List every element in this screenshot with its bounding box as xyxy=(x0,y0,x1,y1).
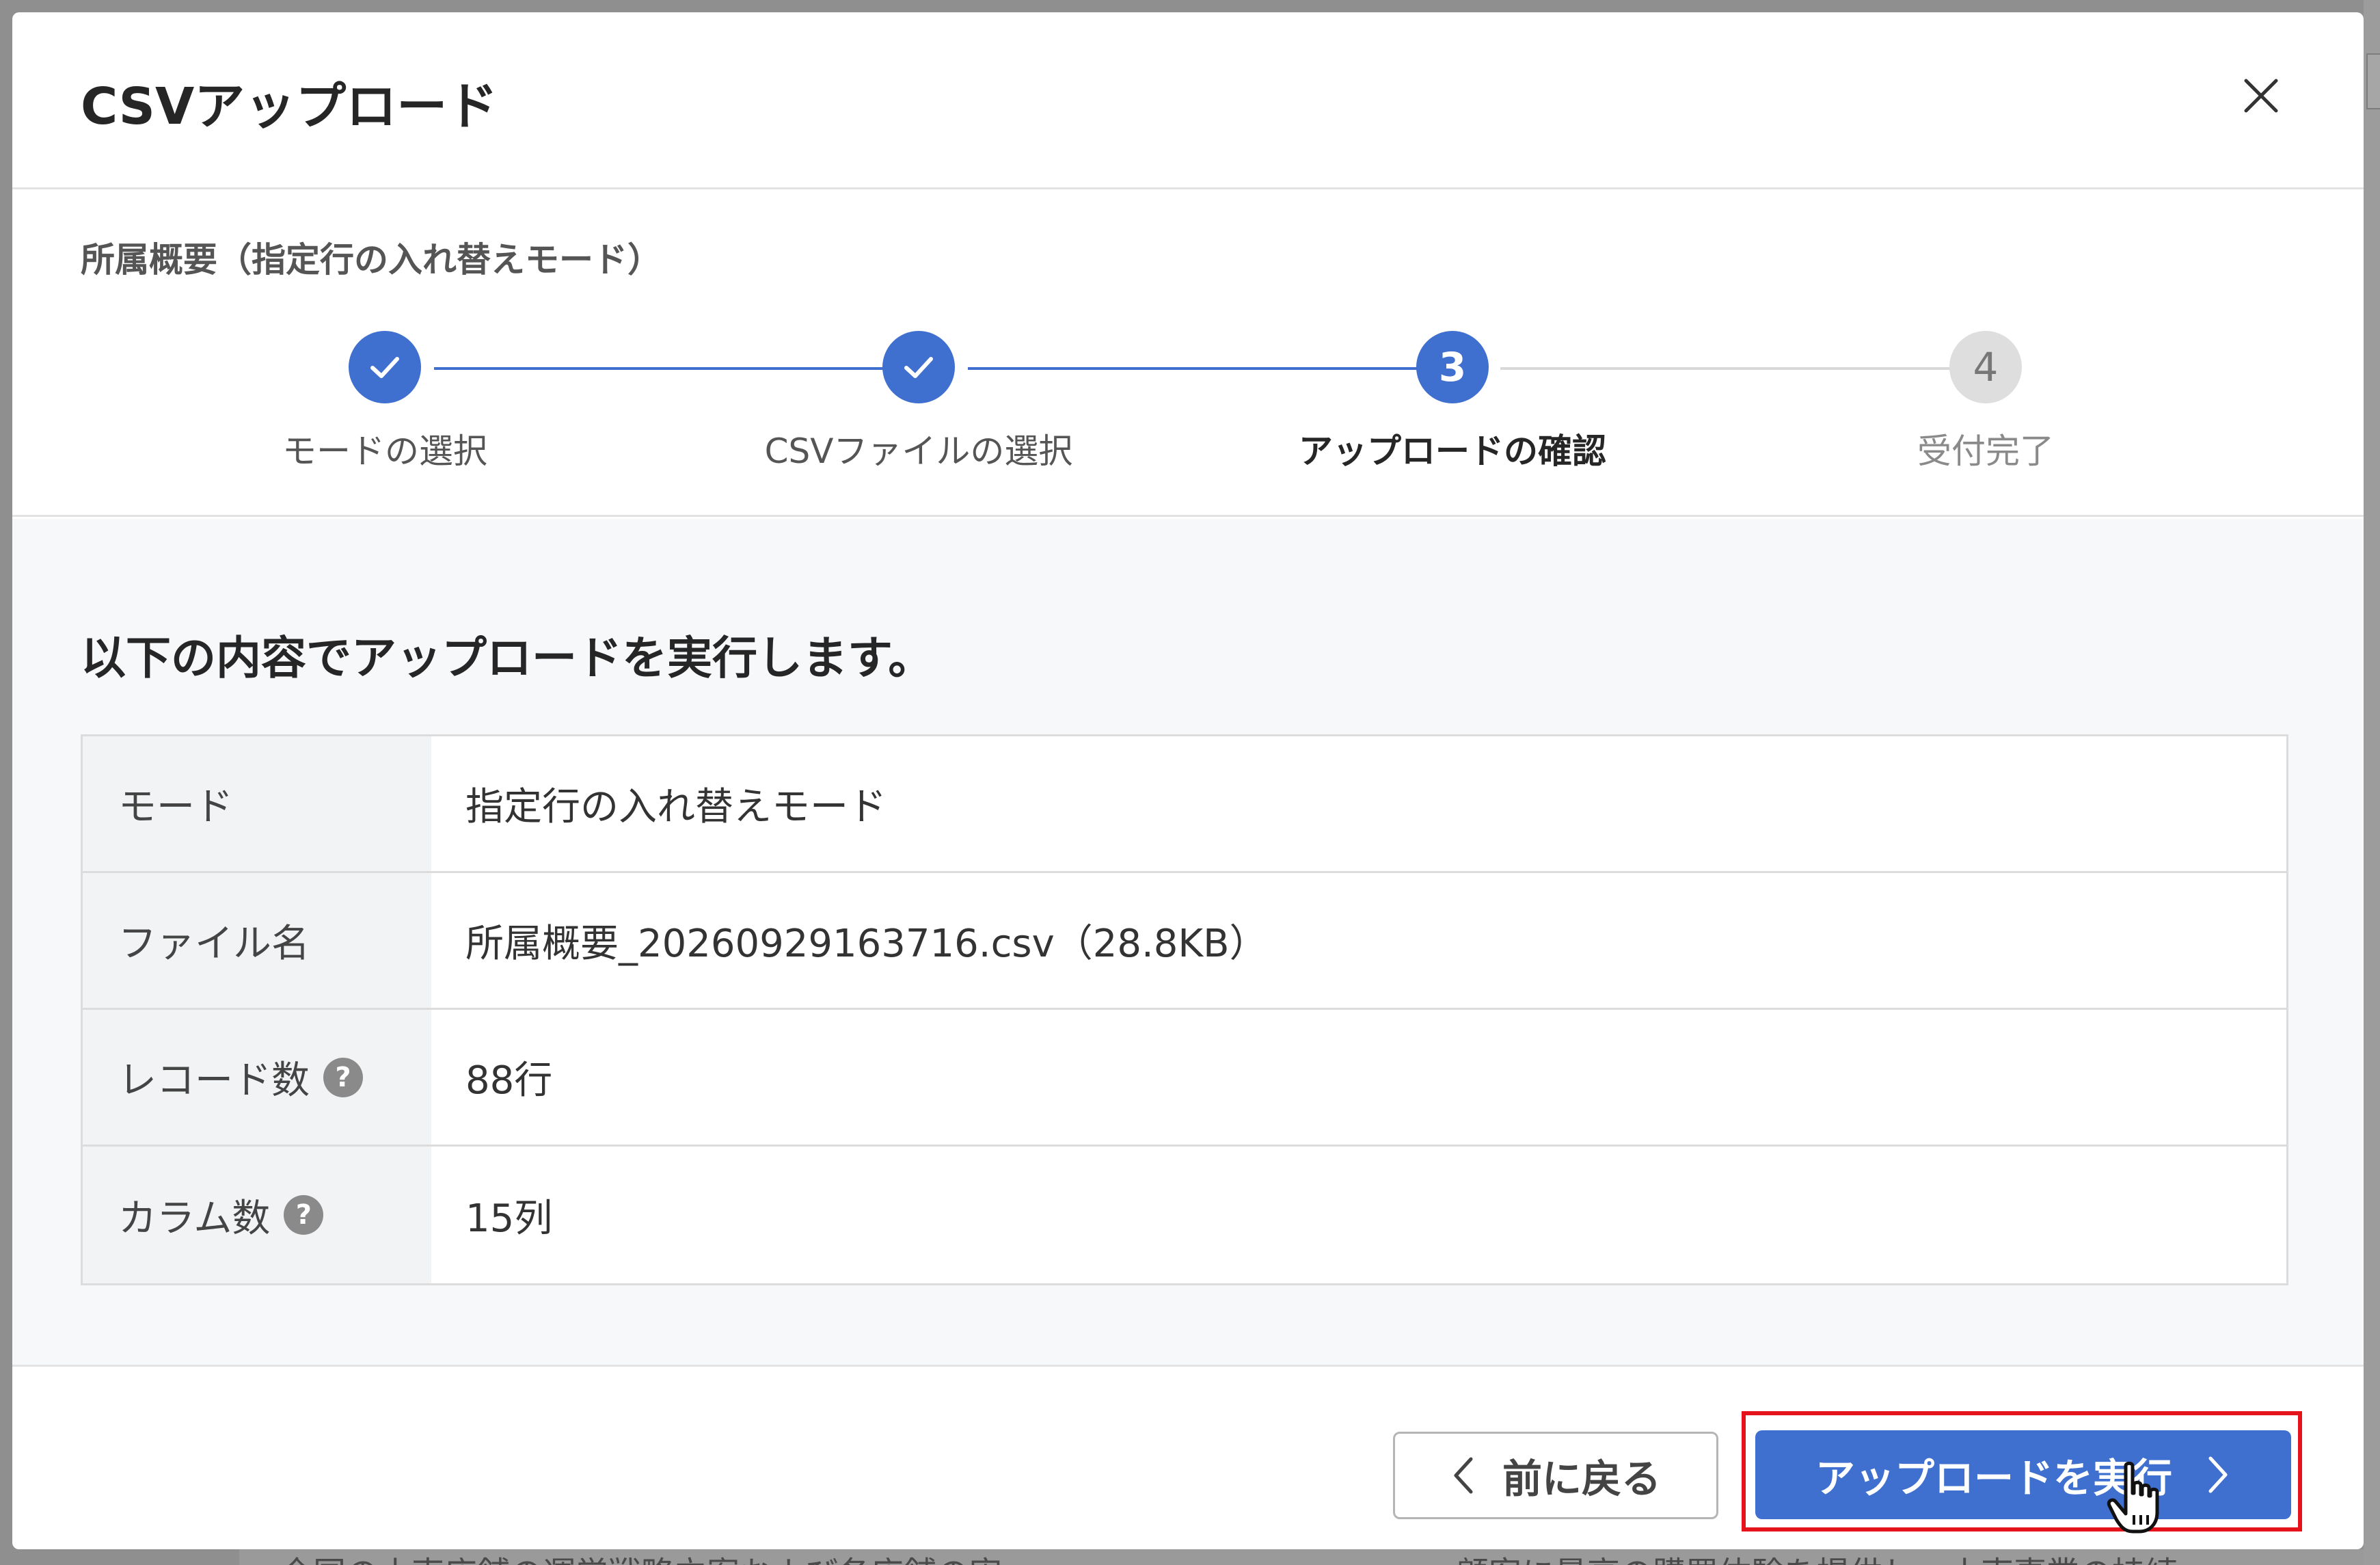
question-mark-icon[interactable]: ? xyxy=(323,1057,363,1097)
step-3-indicator: 3 xyxy=(1416,331,1489,403)
summary-value: 15列 xyxy=(465,1196,553,1241)
backdrop-page-edge xyxy=(2364,0,2380,1565)
step-connector-3 xyxy=(1500,367,1951,370)
execute-upload-button[interactable]: アップロードを実行 xyxy=(1755,1430,2291,1519)
summary-key: カラム数 ? xyxy=(83,1147,431,1283)
step-2-label: CSVファイルの選択 xyxy=(764,431,1073,471)
dialog-content: 以下の内容でアップロードを実行します。 モード 指定行の入れ替えモード ファイル… xyxy=(12,519,2364,1367)
backdrop-page-text: 全国の小売店舗の運営戦略立案および各店舗の実 顧客に最高の購買体験を提供し、小売… xyxy=(239,1549,2364,1565)
step-1-indicator xyxy=(349,331,421,403)
summary-key: レコード数 ? xyxy=(83,1010,431,1145)
summary-value: 88行 xyxy=(465,1058,553,1103)
backdrop-text-left: 全国の小売店舗の運営戦略立案および各店舗の実 xyxy=(280,1549,1002,1565)
step-connector-1 xyxy=(434,367,885,370)
close-icon xyxy=(2244,79,2278,113)
close-button[interactable] xyxy=(2239,74,2283,118)
summary-row-file-name: ファイル名 所属概要_20260929163716.csv（28.8KB） xyxy=(83,873,2286,1010)
question-mark-icon[interactable]: ? xyxy=(284,1195,324,1235)
summary-key: モード xyxy=(83,736,431,871)
step-4-indicator: 4 xyxy=(1949,331,2022,403)
summary-value: 所属概要_20260929163716.csv（28.8KB） xyxy=(465,922,1268,966)
dialog-subtitle: 所属概要（指定行の入れ替えモード） xyxy=(81,240,662,280)
hand-pointer-cursor-icon xyxy=(2107,1461,2159,1534)
upload-summary-table: モード 指定行の入れ替えモード ファイル名 所属概要_2026092916371… xyxy=(81,734,2288,1285)
step-connector-2 xyxy=(968,367,1419,370)
summary-row-column-count: カラム数 ? 15列 xyxy=(83,1147,2286,1283)
backdrop-tab xyxy=(2366,53,2380,109)
summary-row-mode: モード 指定行の入れ替えモード xyxy=(83,736,2286,873)
check-icon xyxy=(904,357,933,378)
chevron-right-icon xyxy=(2208,1456,2228,1493)
summary-key-label: モード xyxy=(118,785,233,829)
step-2-indicator xyxy=(882,331,955,403)
step-1-label: モードの選択 xyxy=(282,431,487,471)
step-3-label: アップロードの確認 xyxy=(1299,431,1606,471)
summary-value: 指定行の入れ替えモード xyxy=(465,785,887,829)
dialog-footer: 前に戻る アップロードを実行 xyxy=(12,1369,2364,1549)
dialog-header: CSVアップロード xyxy=(12,12,2364,189)
back-button[interactable]: 前に戻る xyxy=(1393,1432,1718,1519)
dialog-title: CSVアップロード xyxy=(81,77,498,136)
summary-key-label: レコード数 xyxy=(118,1058,310,1103)
chevron-left-icon xyxy=(1454,1457,1473,1494)
step-4-label: 受付完了 xyxy=(1917,431,2054,471)
progress-stepper: 所属概要（指定行の入れ替えモード） 3 4 モードの選択 CSVファイルの選択 … xyxy=(12,191,2364,517)
summary-row-record-count: レコード数 ? 88行 xyxy=(83,1010,2286,1147)
backdrop-text-right: 顧客に最高の購買体験を提供し、小売事業の持続 xyxy=(1456,1549,2178,1565)
confirmation-message: 以下の内容でアップロードを実行します。 xyxy=(81,632,934,684)
summary-key-label: カラム数 xyxy=(118,1196,271,1241)
csv-upload-dialog: CSVアップロード 所属概要（指定行の入れ替えモード） 3 4 モードの選択 C… xyxy=(12,12,2364,1549)
summary-key: ファイル名 xyxy=(83,873,431,1008)
check-icon xyxy=(370,357,399,378)
summary-key-label: ファイル名 xyxy=(118,922,310,966)
back-button-label: 前に戻る xyxy=(1502,1456,1661,1502)
